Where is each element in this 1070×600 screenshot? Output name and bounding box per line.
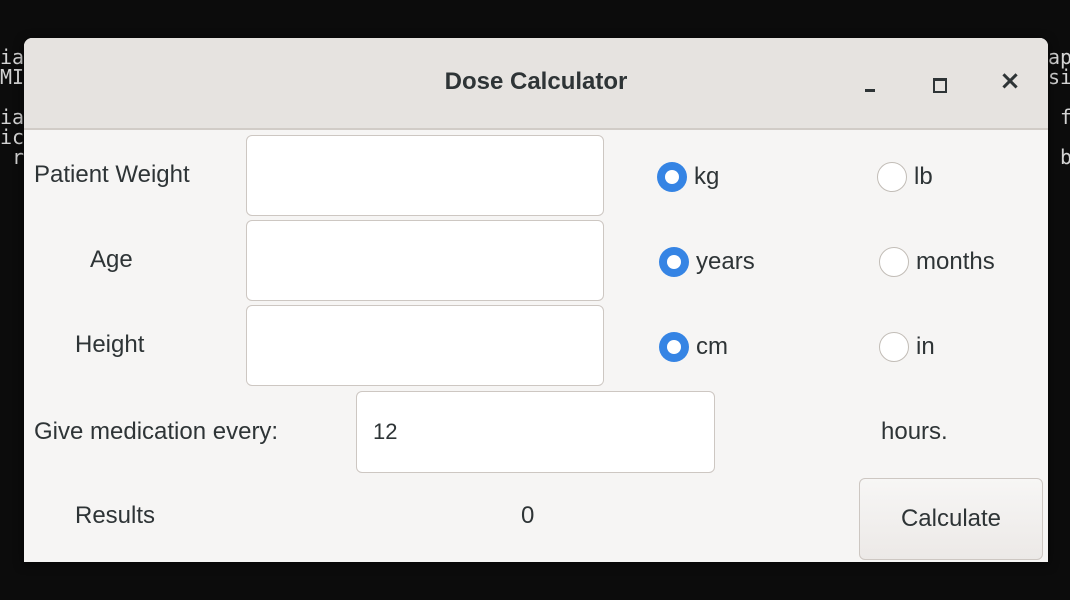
age-unit-years-radio[interactable]: years	[659, 245, 755, 279]
radio-label: in	[916, 333, 935, 360]
height-unit-cm-radio[interactable]: cm	[659, 330, 728, 364]
weight-unit-kg-radio[interactable]: kg	[657, 160, 719, 194]
age-label: Age	[90, 246, 133, 273]
form-area: Patient Weight kg lb Age years months He…	[24, 130, 1048, 562]
terminal-text-left: ia MI ia ic r	[0, 45, 25, 169]
radio-label: kg	[694, 163, 720, 190]
frequency-label: Give medication every:	[34, 418, 279, 445]
titlebar[interactable]: Dose Calculator ×	[24, 38, 1048, 130]
window-title: Dose Calculator	[444, 68, 628, 95]
maximize-button[interactable]	[920, 64, 960, 104]
hours-label: hours.	[881, 418, 948, 445]
results-value: 0	[521, 502, 535, 529]
calculate-button[interactable]: Calculate	[859, 478, 1043, 560]
height-input[interactable]	[246, 305, 604, 386]
radio-indicator	[879, 332, 909, 362]
radio-indicator	[659, 247, 689, 277]
frequency-input[interactable]	[356, 391, 715, 473]
radio-indicator	[879, 247, 909, 277]
age-input[interactable]	[246, 220, 604, 301]
radio-label: lb	[914, 163, 933, 190]
minimize-button[interactable]	[850, 64, 890, 104]
radio-label: cm	[696, 333, 728, 360]
results-label: Results	[75, 502, 156, 529]
age-unit-months-radio[interactable]: months	[879, 245, 995, 279]
height-label: Height	[75, 331, 145, 358]
weight-label: Patient Weight	[34, 161, 190, 188]
minimize-icon	[865, 89, 875, 92]
radio-indicator	[657, 162, 687, 192]
radio-label: years	[696, 248, 755, 275]
weight-input[interactable]	[246, 135, 604, 216]
terminal-text-right: ap si f b	[1048, 45, 1070, 169]
maximize-icon	[933, 78, 947, 93]
radio-indicator	[659, 332, 689, 362]
close-button[interactable]: ×	[990, 64, 1030, 104]
close-icon: ×	[999, 66, 1021, 96]
height-unit-in-radio[interactable]: in	[879, 330, 935, 364]
dose-calculator-window: Dose Calculator × Patient Weight kg lb A…	[24, 38, 1048, 562]
radio-indicator	[877, 162, 907, 192]
weight-unit-lb-radio[interactable]: lb	[877, 160, 933, 194]
radio-label: months	[916, 248, 995, 275]
